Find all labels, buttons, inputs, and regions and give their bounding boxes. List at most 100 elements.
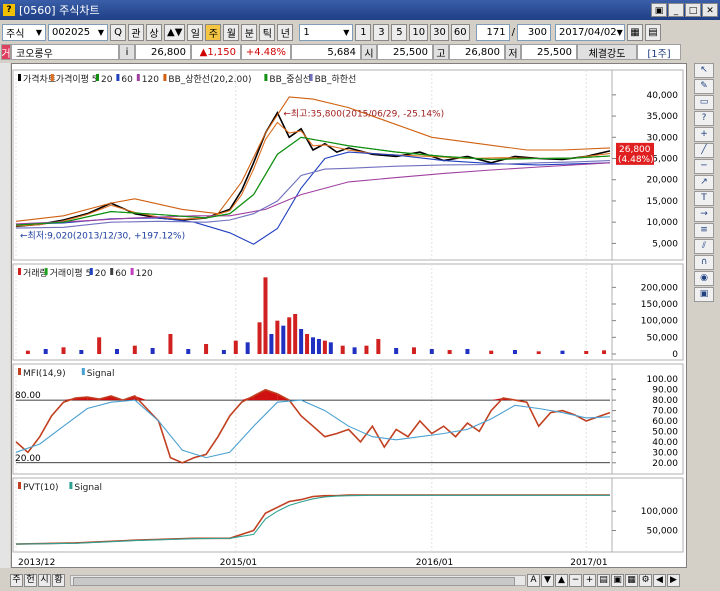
bottom-btn-hun[interactable]: 헌 [24,573,37,587]
zoom-out-icon[interactable]: − [569,573,582,587]
quote-row: 거 코오롱우 i 26,800 ▲1,150 +4.48% 5,684 시 25… [0,43,720,61]
save-icon[interactable]: ▤ [597,573,610,587]
image-icon[interactable]: ▦ [625,573,638,587]
left-strip [0,63,10,568]
maximize-icon[interactable]: □ [685,3,701,17]
search-button[interactable]: Q [110,23,126,41]
price-low-annotation: ←최저:9,020(2013/12/30, +197.12%) [20,230,185,241]
volume-bar [447,350,452,354]
date-input[interactable]: 2017/04/02 ▼ [554,23,625,41]
mfi-y-tick-label: 50.00 [652,427,678,437]
close-icon[interactable]: ✕ [702,3,718,17]
period-week[interactable]: 주 [205,23,222,41]
question-icon[interactable]: ? [694,111,714,126]
pencil-icon[interactable]: ✎ [694,79,714,94]
fib-icon[interactable]: ≡ [694,223,714,238]
volume-y-tick-label: 150,000 [641,300,678,310]
lock-icon[interactable]: ▣ [694,287,714,302]
eraser-icon[interactable]: ▭ [694,95,714,110]
help-badge[interactable]: ? [3,4,15,16]
volume-legend-swatch [89,268,93,275]
code-input[interactable]: 002025 ▼ [48,23,108,41]
volume-bar [257,322,262,354]
updown-spin-button[interactable]: ▲▼ [164,23,186,41]
volume-legend-item: 120 [136,269,153,279]
volume-bar [584,351,589,354]
price-legend-swatch [309,74,313,81]
zoom-in-icon[interactable]: + [583,573,596,587]
related-button[interactable]: 관 [128,23,144,41]
price-change-pct: +4.48% [241,44,291,60]
unit-30[interactable]: 30 [430,23,449,41]
price-y-tick-label: 20,000 [647,176,679,186]
unit-select[interactable]: 1 ▼ [299,23,354,41]
unit-10[interactable]: 10 [409,23,429,41]
pin-icon[interactable]: ▣ [651,3,667,17]
period-day[interactable]: 일 [187,23,204,41]
trend-icon[interactable]: ↗ [694,175,714,190]
market-select[interactable]: 주식 ▼ [2,23,46,41]
price-legend-swatch [50,74,54,81]
volume-bar [275,320,280,354]
volume-bar [364,345,369,354]
volume-bar [352,347,357,354]
volume-bar [233,340,238,354]
unit-60[interactable]: 60 [450,23,470,41]
price-change: ▲1,150 [191,44,241,60]
price-high-annotation: ←최고:35,800(2015/06/29, -25.14%) [283,109,444,120]
volume-legend-item: 거래량 [23,267,48,279]
settings-icon[interactable]: ⚙ [639,573,652,587]
scroll-thumb[interactable] [73,576,515,586]
info-button[interactable]: i [119,44,135,60]
bottom-btn-hwang[interactable]: 황 [52,573,65,587]
magnet-icon[interactable]: ∩ [694,255,714,270]
price-legend-item: BB_중심선 [269,74,311,85]
prev-icon[interactable]: ◀ [653,573,666,587]
bottom-btn-week[interactable]: 주 [10,573,23,587]
count-input[interactable]: 171 [475,23,510,41]
channel-icon[interactable]: ⫽ [694,239,714,254]
total-input[interactable]: 300 [516,23,551,41]
mfi-legend-item: Signal [87,369,115,379]
mfi-y-tick-label: 20.00 [652,459,678,469]
next-icon[interactable]: ▶ [667,573,680,587]
line-icon[interactable]: ╱ [694,143,714,158]
volume-bar [204,344,209,354]
panel-frame-1 [12,263,684,361]
period-month[interactable]: 월 [223,23,240,41]
volume-legend-item: 거래이평 5 [50,268,92,279]
minimize-icon[interactable]: _ [668,3,684,17]
eye-icon[interactable]: ◉ [694,271,714,286]
arrow-icon[interactable]: → [694,207,714,222]
volume-legend-swatch [130,268,134,275]
text-icon[interactable]: T [694,191,714,206]
volume-bar [79,350,84,354]
quote-tag: 거 [1,44,11,60]
upper-button[interactable]: 상 [146,23,162,41]
pvt-legend-swatch [69,482,73,489]
layout-icon[interactable]: ▤ [644,23,661,41]
horizontal-scrollbar[interactable] [70,574,526,586]
print-icon[interactable]: ▣ [611,573,624,587]
grid-icon[interactable]: ▦ [626,23,643,41]
mfi-y-tick-label: 30.00 [652,448,678,458]
stock-chart[interactable]: 2013/12 2015/01 2016/01 2017/01 40,000 35,000… [12,64,686,568]
unit-3[interactable]: 3 [373,23,390,41]
bottom-btn-si[interactable]: 시 [38,573,51,587]
unit-1[interactable]: 1 [355,23,372,41]
volume-bar [376,339,381,354]
cursor-icon[interactable]: ↖ [694,63,714,78]
nav-down-button[interactable]: ▼ [541,573,554,587]
volume-bar [316,339,321,354]
period-minute[interactable]: 분 [241,23,258,41]
chart-area[interactable]: 2013/12 2015/01 2016/01 2017/01 40,000 35,000… [11,63,687,568]
nav-a-button[interactable]: A [527,573,540,587]
period-tick[interactable]: 틱 [259,23,276,41]
nav-up-button[interactable]: ▲ [555,573,568,587]
mfi-y-tick-label: 40.00 [652,438,678,448]
period-year[interactable]: 년 [277,23,294,41]
hline-icon[interactable]: ─ [694,159,714,174]
volume-bar [429,349,434,354]
unit-5[interactable]: 5 [391,23,408,41]
cross-icon[interactable]: + [694,127,714,142]
